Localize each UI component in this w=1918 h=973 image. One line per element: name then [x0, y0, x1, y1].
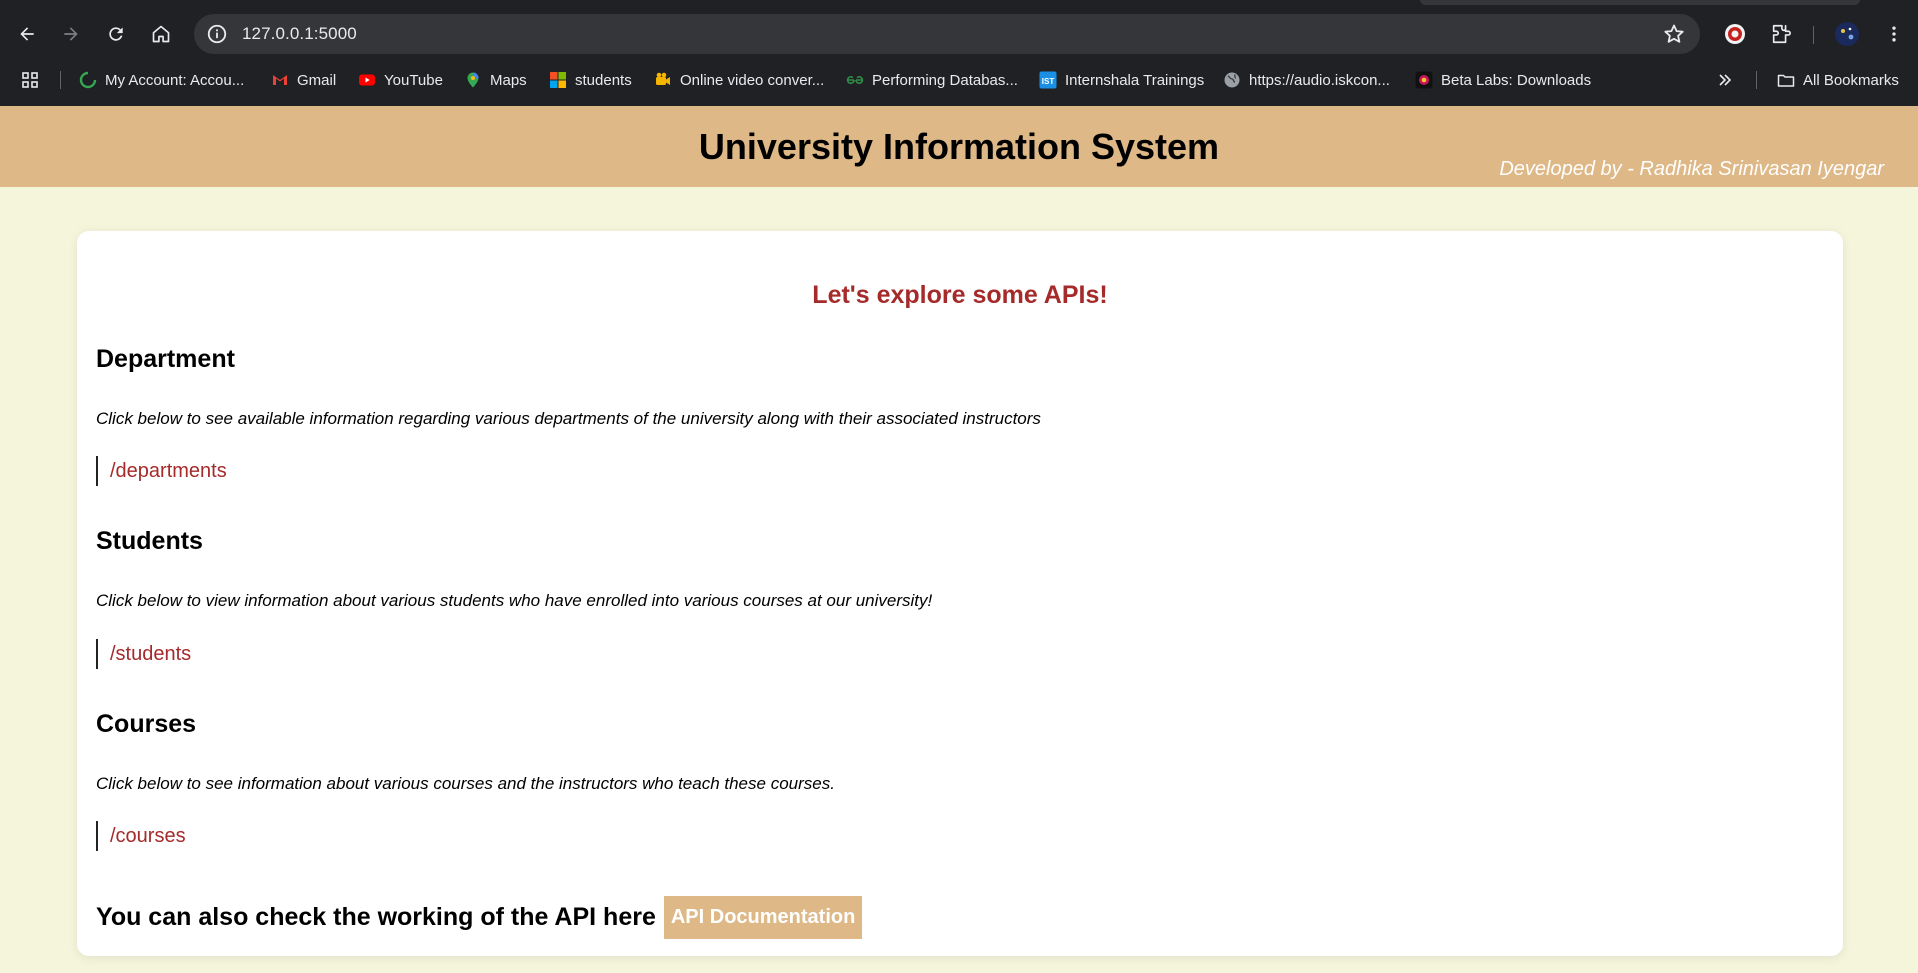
all-bookmarks-button[interactable]: All Bookmarks: [1777, 67, 1899, 93]
api-docs-text: You can also check the working of the AP…: [96, 903, 656, 931]
bookmark-item[interactable]: My Account: Accou...: [79, 67, 244, 93]
bookmark-item[interactable]: Beta Labs: Downloads: [1415, 67, 1591, 93]
section-description-department: Click below to see available information…: [96, 409, 1041, 428]
api-documentation-button[interactable]: API Documentation: [663, 896, 863, 939]
bookmarks-separator: [1756, 71, 1757, 89]
main-card: Let's explore some APIs! Department Clic…: [77, 231, 1843, 956]
section-heading-students: Students: [96, 527, 203, 555]
bookmark-label: students: [575, 71, 632, 89]
bookmark-item[interactable]: https://audio.iskcon...: [1223, 67, 1390, 93]
url-text[interactable]: 127.0.0.1:5000: [242, 24, 357, 44]
reload-icon: [109, 27, 123, 41]
kebab-menu-icon: [1892, 26, 1896, 42]
intro-heading: Let's explore some APIs!: [812, 281, 1108, 309]
bookmark-star-icon[interactable]: [1662, 22, 1686, 46]
youtube-icon: [358, 71, 376, 89]
back-button[interactable]: [11, 18, 43, 50]
microsoft-icon: [549, 71, 567, 89]
site-info-icon[interactable]: [206, 23, 228, 45]
bookmark-label: YouTube: [384, 71, 443, 89]
bookmark-item[interactable]: YouTube: [358, 67, 443, 93]
puzzle-icon: [1772, 24, 1791, 44]
app-header: University Information System Developed …: [0, 106, 1918, 187]
bookmark-item[interactable]: students: [549, 67, 632, 93]
api-docs-row: You can also check the working of the AP…: [96, 896, 863, 939]
active-tab-edge[interactable]: [1420, 0, 1860, 5]
forward-arrow-icon: [64, 27, 78, 41]
tab-strip: [0, 0, 1918, 5]
bookmark-label: Online video conver...: [680, 71, 825, 89]
section-heading-department: Department: [96, 345, 235, 373]
bookmark-label: https://audio.iskcon...: [1249, 71, 1390, 89]
gmail-icon: [271, 71, 289, 89]
forward-button[interactable]: [55, 18, 87, 50]
reload-button[interactable]: [100, 18, 132, 50]
extensions-button[interactable]: [1766, 19, 1796, 49]
section-description-students: Click below to view information about va…: [96, 591, 933, 610]
extension-shield-icon: [1725, 24, 1745, 44]
profile-avatar-icon: [1835, 22, 1859, 46]
profile-button[interactable]: [1832, 19, 1862, 49]
developer-credit: Developed by - Radhika Srinivasan Iyenga…: [1499, 158, 1884, 180]
toolbar-separator: [1813, 26, 1814, 44]
bookmark-item[interactable]: Performing Databas...: [846, 67, 1018, 93]
bookmark-label: Gmail: [297, 71, 337, 89]
bookmark-label: Internshala Trainings: [1065, 71, 1205, 89]
bookmark-item[interactable]: Maps: [464, 67, 527, 93]
browser-menu-button[interactable]: [1879, 19, 1909, 49]
bookmarks-bar: My Account: Accou... Gmail YouTube Maps …: [0, 62, 1918, 98]
home-button[interactable]: [145, 18, 177, 50]
courses-link[interactable]: /courses: [96, 821, 186, 851]
double-chevron-right-icon: [1716, 71, 1734, 89]
bookmark-item[interactable]: IST Internshala Trainings: [1039, 67, 1204, 93]
bookmarks-separator: [60, 71, 61, 89]
beta-labs-icon: [1415, 71, 1433, 89]
browser-chrome: 127.0.0.1:5000 My Account: Accou... Gmai…: [0, 0, 1918, 106]
section-heading-courses: Courses: [96, 710, 197, 738]
video-converter-icon: [654, 71, 672, 89]
internshala-icon: IST: [1039, 71, 1057, 89]
extension-shield[interactable]: [1720, 19, 1750, 49]
bookmark-label: Performing Databas...: [872, 71, 1018, 89]
bookmark-label: Maps: [490, 71, 527, 89]
bookmark-item[interactable]: Gmail: [271, 67, 336, 93]
more-bookmarks-button[interactable]: [1716, 67, 1734, 93]
departments-link[interactable]: /departments: [96, 456, 227, 486]
bookmark-item[interactable]: Online video conver...: [654, 67, 824, 93]
svg-text:IST: IST: [1042, 77, 1055, 86]
account-icon: [79, 71, 97, 89]
all-bookmarks-label: All Bookmarks: [1803, 71, 1899, 89]
bookmark-label: Beta Labs: Downloads: [1441, 71, 1592, 89]
apps-button[interactable]: [21, 67, 39, 93]
home-icon: [152, 25, 170, 43]
bookmark-label: My Account: Accou...: [105, 71, 245, 89]
folder-icon: [1777, 71, 1795, 89]
students-link[interactable]: /students: [96, 639, 191, 669]
address-bar[interactable]: 127.0.0.1:5000: [194, 14, 1700, 54]
maps-icon: [464, 71, 482, 89]
section-description-courses: Click below to see information about var…: [96, 774, 835, 793]
back-arrow-icon: [20, 27, 34, 41]
apps-grid-icon: [21, 71, 39, 89]
globe-icon: [1223, 71, 1241, 89]
geeksforgeeks-icon: [846, 71, 864, 89]
browser-toolbar: 127.0.0.1:5000: [0, 8, 1918, 60]
